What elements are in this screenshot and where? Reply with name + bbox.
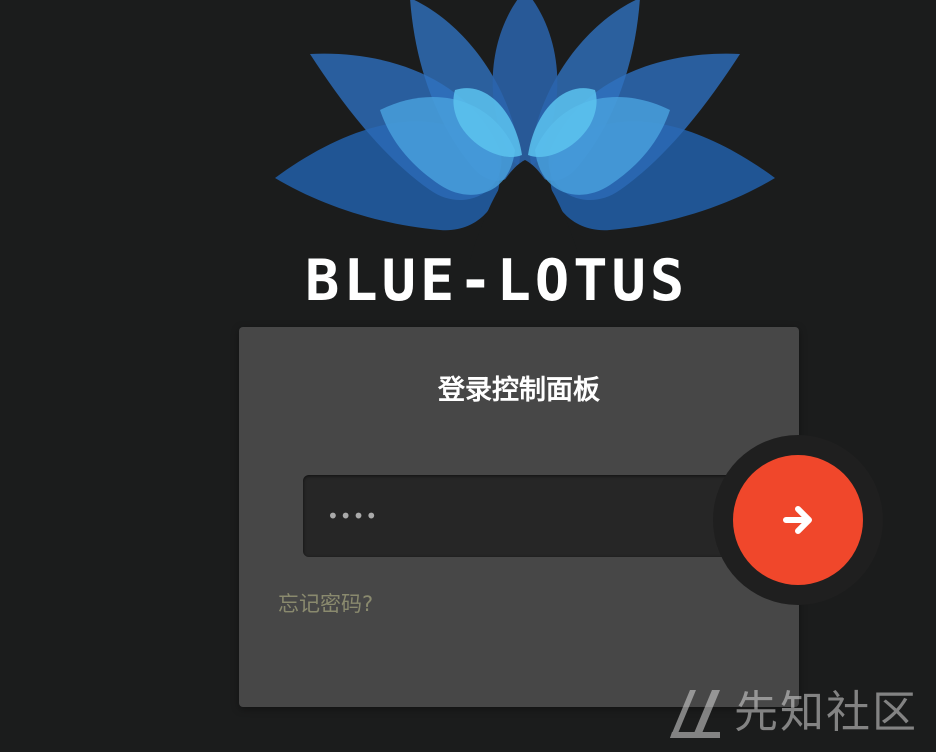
login-page: BLUE-LOTUS 登录控制面板 忘记密码? 先知社区 [0,0,936,752]
submit-button[interactable] [733,455,863,585]
card-title: 登录控制面板 [438,375,600,406]
lotus-logo-icon [275,0,775,260]
logo-wordmark: BLUE-LOTUS [305,248,689,314]
watermark-logo-icon [670,690,720,738]
password-field[interactable] [303,475,733,557]
watermark: 先知社区 [666,684,918,742]
watermark-text: 先知社区 [734,687,918,738]
arrow-right-icon [783,506,812,534]
forgot-password-link[interactable]: 忘记密码? [278,589,373,619]
